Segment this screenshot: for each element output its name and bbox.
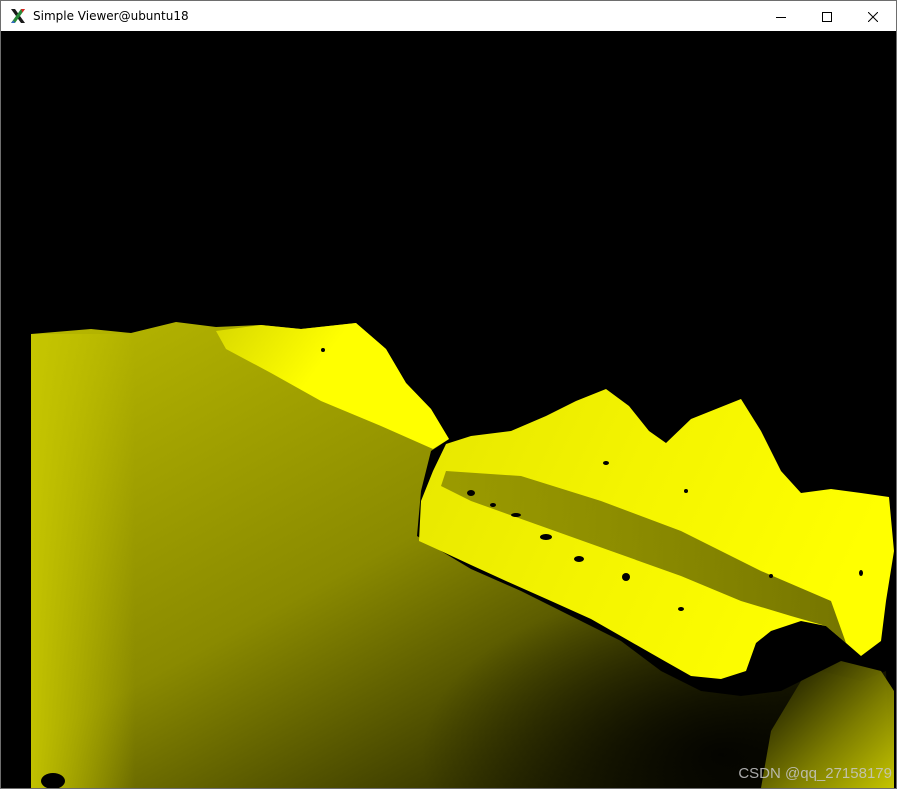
depth-image-view[interactable]: CSDN @qq_27158179	[1, 31, 896, 788]
depth-map-image	[1, 31, 896, 788]
window-title: Simple Viewer@ubuntu18	[33, 9, 189, 23]
minimize-icon	[776, 7, 786, 26]
maximize-icon	[822, 7, 832, 26]
title-bar[interactable]: Simple Viewer@ubuntu18	[1, 1, 896, 31]
minimize-button[interactable]	[758, 1, 804, 31]
close-icon	[867, 7, 879, 26]
close-button[interactable]	[850, 1, 896, 31]
window-controls	[758, 1, 896, 31]
simple-viewer-window: Simple Viewer@ubuntu18 CSDN @qq_27158179	[0, 0, 897, 789]
maximize-button[interactable]	[804, 1, 850, 31]
x11-icon	[9, 7, 27, 25]
watermark-text: CSDN @qq_27158179	[738, 765, 892, 782]
